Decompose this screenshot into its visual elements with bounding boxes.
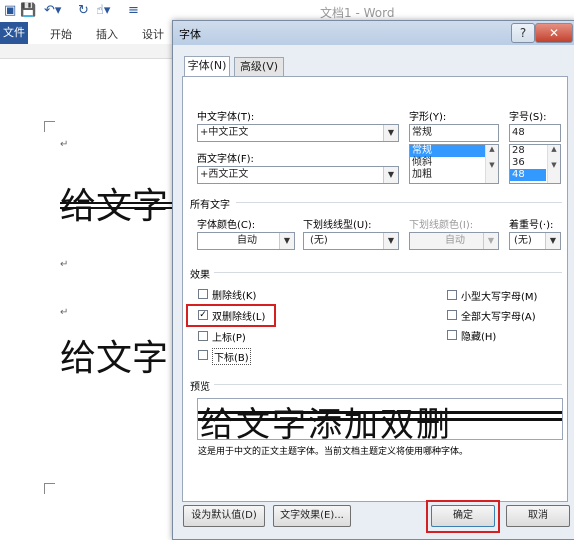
- font-size-value: 48: [512, 127, 525, 138]
- document-text-line: 给文字: [60, 338, 169, 379]
- margin-corner: [44, 483, 55, 494]
- divider: [236, 202, 562, 203]
- paragraph-mark: ↵: [60, 139, 69, 150]
- double-strikethrough-label: 双删除线(L): [212, 312, 266, 323]
- divider: [214, 272, 562, 273]
- list-item[interactable]: 48: [510, 169, 546, 181]
- preview-box: 给文字添加双删: [197, 398, 563, 440]
- all-text-heading: 所有文字: [190, 200, 230, 211]
- chinese-font-combo[interactable]: +中文正文 ▼: [197, 124, 399, 142]
- preview-note: 这是用于中文的正文主题字体。当前文档主题定义将使用哪种字体。: [198, 447, 469, 457]
- tab-design[interactable]: 设计: [142, 26, 164, 42]
- effects-heading: 效果: [190, 270, 210, 281]
- underline-style-value: (无): [310, 235, 328, 246]
- redo-icon[interactable]: ↻: [78, 3, 89, 18]
- hidden-label: 隐藏(H): [461, 332, 497, 343]
- underline-style-combo[interactable]: (无) ▼: [303, 232, 399, 250]
- tab-file[interactable]: 文件: [0, 22, 28, 44]
- underline-color-value: 自动: [445, 235, 465, 246]
- font-color-label: 字体颜色(C):: [197, 220, 256, 231]
- font-style-value: 常规: [412, 127, 432, 138]
- help-button[interactable]: ?: [511, 23, 535, 43]
- superscript-checkbox[interactable]: [198, 331, 208, 341]
- scrollbar[interactable]: ▲ ▼: [485, 145, 498, 183]
- western-font-value: +西文正文: [200, 169, 249, 180]
- scrollbar[interactable]: ▲ ▼: [547, 145, 560, 183]
- window-title: 文档1 - Word: [320, 6, 395, 20]
- underline-style-label: 下划线线型(U):: [303, 220, 372, 231]
- font-style-input[interactable]: 常规: [409, 124, 499, 142]
- double-strike-line: [60, 207, 172, 209]
- underline-color-combo: 自动 ▼: [409, 232, 499, 250]
- chinese-font-label: 中文字体(T):: [197, 112, 255, 123]
- double-strike-line: [198, 418, 562, 421]
- paragraph-mark: ↵: [60, 259, 69, 270]
- font-size-input[interactable]: 48: [509, 124, 561, 142]
- double-strike-line: [60, 202, 172, 204]
- all-caps-label: 全部大写字母(A): [461, 312, 536, 323]
- font-size-label: 字号(S):: [509, 112, 547, 123]
- hidden-checkbox[interactable]: [447, 330, 457, 340]
- font-size-list[interactable]: 28 36 48 ▲ ▼: [509, 144, 561, 184]
- emphasis-mark-label: 着重号(·):: [509, 220, 554, 231]
- chevron-down-icon[interactable]: ▼: [383, 125, 398, 141]
- tab-home[interactable]: 开始: [50, 26, 72, 42]
- all-caps-checkbox[interactable]: [447, 310, 457, 320]
- close-button[interactable]: ✕: [535, 23, 573, 43]
- small-caps-checkbox[interactable]: [447, 290, 457, 300]
- touch-mode-icon[interactable]: ☝▾: [96, 3, 110, 18]
- chevron-down-icon[interactable]: ▼: [383, 233, 398, 249]
- chevron-down-icon[interactable]: ▼: [279, 233, 294, 249]
- double-strike-line: [198, 411, 562, 414]
- tab-advanced[interactable]: 高级(V): [234, 57, 284, 76]
- document-canvas[interactable]: ↵ 给文字 ↵ ↵ 给文字: [0, 58, 172, 539]
- double-strikethrough-checkbox[interactable]: ✓: [198, 310, 208, 320]
- strikethrough-label: 删除线(K): [212, 291, 257, 302]
- font-style-list[interactable]: 常规 倾斜 加粗 ▲ ▼: [409, 144, 499, 184]
- cancel-button[interactable]: 取消: [506, 505, 570, 527]
- emphasis-mark-value: (无): [514, 235, 532, 246]
- small-caps-label: 小型大写字母(M): [461, 292, 538, 303]
- preview-heading: 预览: [190, 382, 210, 393]
- set-default-button[interactable]: 设为默认值(D): [183, 505, 265, 527]
- chevron-down-icon[interactable]: ▼: [545, 233, 560, 249]
- strikethrough-checkbox[interactable]: [198, 289, 208, 299]
- western-font-combo[interactable]: +西文正文 ▼: [197, 166, 399, 184]
- subscript-checkbox[interactable]: [198, 350, 208, 360]
- undo-icon[interactable]: ↶▾: [44, 3, 61, 18]
- divider: [214, 384, 562, 385]
- font-color-value: 自动: [237, 235, 257, 246]
- paragraph-mark: ↵: [60, 307, 69, 318]
- emphasis-mark-combo[interactable]: (无) ▼: [509, 232, 561, 250]
- western-font-label: 西文字体(F):: [197, 154, 254, 165]
- save-icon[interactable]: ▣: [4, 3, 16, 18]
- chinese-font-value: +中文正文: [200, 127, 249, 138]
- text-effects-button[interactable]: 文字效果(E)...: [273, 505, 351, 527]
- font-color-combo[interactable]: 自动 ▼: [197, 232, 295, 250]
- margin-corner: [44, 121, 55, 132]
- word-titlebar: ▣ 💾 ↶▾ ↻ ☝▾ ≡ 文档1 - Word: [0, 0, 574, 22]
- ok-button[interactable]: 确定: [431, 505, 495, 527]
- font-style-label: 字形(Y):: [409, 112, 447, 123]
- dialog-title: 字体: [179, 28, 201, 41]
- underline-color-label: 下划线颜色(I):: [409, 220, 474, 231]
- dialog-titlebar[interactable]: 字体 ? ✕: [173, 21, 574, 45]
- tab-font[interactable]: 字体(N): [184, 56, 230, 77]
- superscript-label: 上标(P): [212, 333, 246, 344]
- customize-qat-icon[interactable]: ≡: [128, 3, 139, 18]
- save-icon[interactable]: 💾: [20, 3, 36, 18]
- chevron-down-icon: ▼: [483, 233, 498, 249]
- subscript-label: 下标(B): [212, 348, 251, 365]
- chevron-down-icon[interactable]: ▼: [383, 167, 398, 183]
- tab-insert[interactable]: 插入: [96, 26, 118, 42]
